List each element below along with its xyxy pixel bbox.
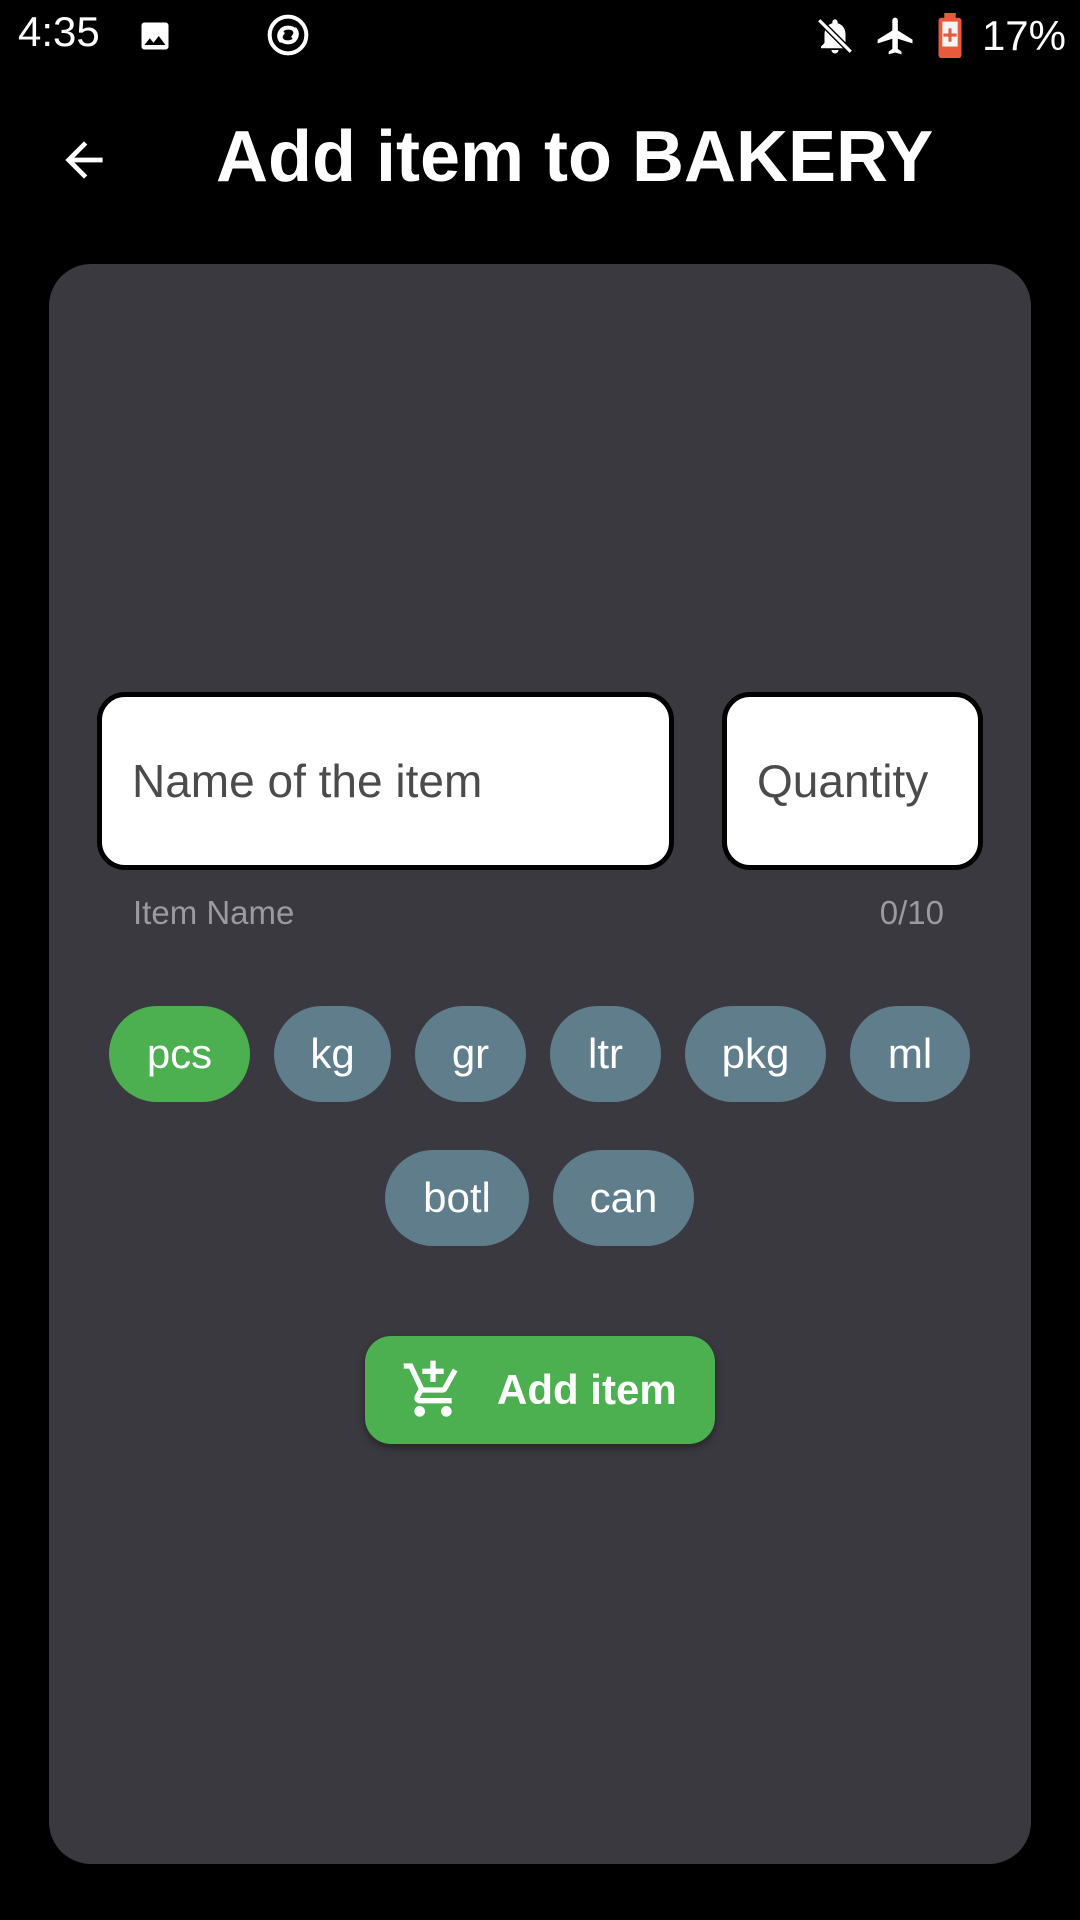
unit-chip-ltr[interactable]: ltr [550, 1006, 661, 1102]
unit-chip-pcs[interactable]: pcs [109, 1006, 250, 1102]
app-swirl-icon [267, 14, 309, 56]
status-time: 4:35 [18, 8, 100, 55]
status-bar: 4:35 17% [0, 0, 1080, 72]
add-item-button[interactable]: Add item [365, 1336, 715, 1444]
unit-chip-kg[interactable]: kg [274, 1006, 391, 1102]
unit-chip-gr[interactable]: gr [415, 1006, 526, 1102]
unit-chip-pkg[interactable]: pkg [685, 1006, 826, 1102]
unit-chip-can[interactable]: can [553, 1150, 694, 1246]
image-icon [141, 22, 169, 50]
item-name-input[interactable] [102, 697, 669, 865]
battery-charging-icon [938, 13, 962, 59]
quantity-field[interactable] [722, 692, 983, 870]
item-name-field[interactable] [97, 692, 674, 870]
add-shopping-cart-icon [403, 1360, 458, 1417]
unit-chip-botl[interactable]: botl [385, 1150, 529, 1246]
char-counter: 0/10 [879, 894, 944, 931]
add-item-label: Add item [497, 1366, 677, 1413]
unit-chip-label: pkg [721, 1030, 790, 1077]
unit-chip-label: pcs [146, 1030, 213, 1077]
arrow-left-icon [65, 141, 103, 179]
add-item-card: Item Name 0/10 pcs kg gr ltr pkg ml botl… [49, 264, 1031, 1864]
unit-chip-ml[interactable]: ml [850, 1006, 970, 1102]
bell-off-icon [817, 18, 853, 54]
airplane-icon [877, 17, 913, 55]
battery-percent: 17% [981, 12, 1066, 59]
unit-chip-label: ltr [588, 1030, 623, 1077]
unit-chip-label: gr [451, 1030, 490, 1077]
page-title: Add item to BAKERY [216, 117, 934, 197]
app-bar: Add item to BAKERY [0, 72, 1080, 240]
status-icons: 17% [814, 10, 1066, 62]
unit-chip-label: kg [310, 1030, 355, 1077]
item-name-helper: Item Name [133, 894, 295, 931]
unit-chip-label: ml [887, 1030, 933, 1077]
unit-chip-label: botl [423, 1174, 491, 1221]
back-button[interactable] [52, 128, 116, 192]
quantity-input[interactable] [727, 697, 978, 865]
unit-chip-label: can [589, 1174, 658, 1221]
